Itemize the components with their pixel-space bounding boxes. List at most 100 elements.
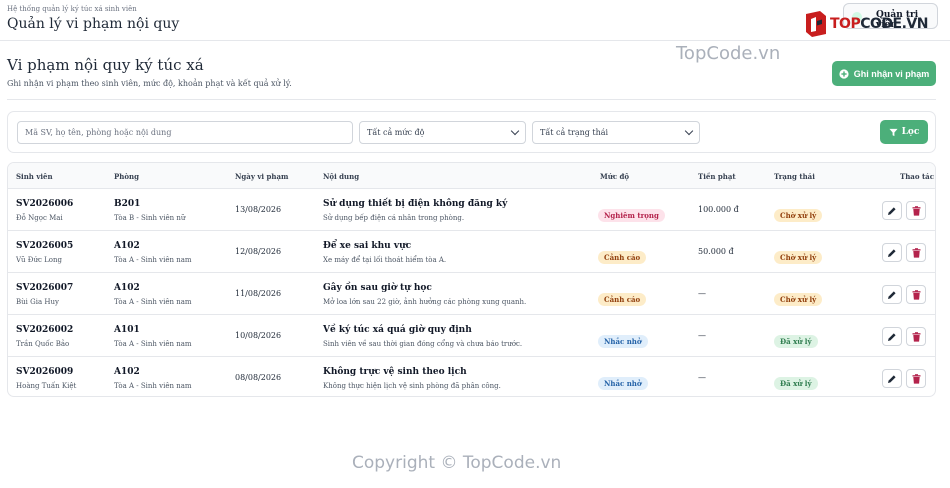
col-content: Nội dung — [323, 172, 360, 181]
fine-amount: — — [698, 289, 706, 298]
copyright-watermark: Copyright © TopCode.vn — [352, 453, 562, 473]
student-name: Hoàng Tuấn Kiệt — [16, 382, 77, 390]
level-badge: Cảnh cáo — [598, 251, 647, 264]
building-name: Tòa A - Sinh viên nam — [114, 340, 192, 348]
status-badge: Chờ xử lý — [774, 209, 823, 222]
building-name: Tòa B - Sinh viên nữ — [114, 214, 186, 222]
filter-button[interactable]: Lọc — [880, 120, 928, 144]
table-row: SV2026006 Đỗ Ngọc Mai B201 Tòa B - Sinh viê… — [8, 189, 935, 231]
student-code: SV2026006 — [16, 199, 74, 209]
delete-button[interactable] — [906, 369, 926, 388]
col-level: Mức độ — [600, 172, 630, 181]
table-header: Sinh viên Phòng Ngày vi phạm Nội dung Mứ… — [8, 163, 935, 189]
pencil-icon — [888, 290, 896, 299]
edit-button[interactable] — [882, 243, 902, 262]
table-row: SV2026007 Bùi Gia Huy A102 Tòa A - Sinh viê… — [8, 273, 935, 315]
violation-title: Sử dụng thiết bị điện không đăng ký — [323, 199, 508, 209]
filter-bar: Tất cả mức độ Tất cả trạng thái Lọc — [7, 111, 936, 153]
student-code: SV2026002 — [16, 325, 74, 335]
table-row: SV2026009 Hoàng Tuấn Kiệt A102 Tòa A - Sinh… — [8, 357, 935, 396]
violation-date: 08/08/2026 — [235, 373, 282, 382]
edit-button[interactable] — [882, 369, 902, 388]
violations-table: Sinh viên Phòng Ngày vi phạm Nội dung Mứ… — [7, 162, 936, 397]
edit-button[interactable] — [882, 327, 902, 346]
trash-icon — [912, 373, 920, 384]
violation-date: 10/08/2026 — [235, 331, 282, 340]
funnel-icon — [889, 128, 898, 136]
col-room: Phòng — [114, 172, 140, 181]
record-violation-label: Ghi nhận vi phạm — [853, 68, 930, 79]
app-title: Quản lý vi phạm nội quy — [7, 16, 180, 32]
level-badge: Nghiêm trọng — [598, 209, 665, 222]
student-code: SV2026005 — [16, 241, 74, 251]
violation-description: Sử dụng bếp điện cá nhân trong phòng. — [323, 214, 465, 222]
status-badge: Chờ xử lý — [774, 293, 823, 306]
violation-date: 12/08/2026 — [235, 247, 282, 256]
violation-date: 11/08/2026 — [235, 289, 282, 298]
pencil-icon — [888, 248, 896, 257]
search-input[interactable] — [17, 121, 353, 144]
student-name: Vũ Đức Long — [16, 256, 62, 264]
fine-amount: 100.000 đ — [698, 205, 739, 214]
status-select-value: Tất cả trạng thái — [540, 128, 609, 137]
pencil-icon — [888, 374, 896, 383]
student-name: Trần Quốc Bảo — [16, 340, 70, 348]
top-bar: Hệ thống quản lý ký túc xá sinh viên Quả… — [0, 0, 950, 41]
topcode-logo: TOPCODE.VN — [804, 10, 938, 38]
table-row: SV2026005 Vũ Đức Long A102 Tòa A - Sinh viê… — [8, 231, 935, 273]
divider — [7, 99, 936, 100]
delete-button[interactable] — [906, 327, 926, 346]
room-code: A101 — [114, 325, 140, 335]
edit-button[interactable] — [882, 201, 902, 220]
col-status: Trạng thái — [774, 172, 815, 181]
fine-amount: 50.000 đ — [698, 247, 734, 256]
filter-button-label: Lọc — [901, 127, 920, 137]
fine-amount: — — [698, 373, 706, 382]
col-actions: Thao tác — [900, 172, 934, 181]
student-code: SV2026009 — [16, 367, 74, 377]
watermark: TopCode.vn — [676, 43, 781, 64]
logo-text: TOPCODE.VN — [830, 16, 928, 32]
room-code: A102 — [114, 367, 140, 377]
level-badge: Nhắc nhở — [598, 335, 648, 348]
building-name: Tòa A - Sinh viên nam — [114, 298, 192, 306]
level-select-value: Tất cả mức độ — [367, 128, 425, 137]
pencil-icon — [888, 332, 896, 341]
delete-button[interactable] — [906, 243, 926, 262]
violation-title: Để xe sai khu vực — [323, 241, 412, 251]
status-badge: Đã xử lý — [774, 335, 818, 348]
room-code: A102 — [114, 241, 140, 251]
room-code: B201 — [114, 199, 141, 209]
page-subtitle: Ghi nhận vi phạm theo sinh viên, mức độ,… — [7, 79, 292, 88]
trash-icon — [912, 331, 920, 342]
plus-circle-icon — [839, 68, 849, 79]
level-badge: Cảnh cáo — [598, 293, 647, 306]
delete-button[interactable] — [906, 285, 926, 304]
trash-icon — [912, 205, 920, 216]
fine-amount: — — [698, 331, 706, 340]
violation-title: Về ký túc xá quá giờ quy định — [323, 325, 472, 335]
status-select[interactable]: Tất cả trạng thái — [532, 121, 700, 144]
status-badge: Đã xử lý — [774, 377, 818, 390]
violation-description: Không thực hiện lịch vệ sinh phòng đã ph… — [323, 382, 501, 390]
delete-button[interactable] — [906, 201, 926, 220]
room-code: A102 — [114, 283, 140, 293]
system-name: Hệ thống quản lý ký túc xá sinh viên — [7, 5, 137, 13]
col-fine: Tiền phạt — [698, 172, 736, 181]
chevron-down-icon — [510, 126, 520, 136]
violation-description: Mở loa lớn sau 22 giờ, ảnh hưởng các phò… — [323, 298, 527, 306]
building-name: Tòa A - Sinh viên nam — [114, 382, 192, 390]
violation-title: Gây ồn sau giờ tự học — [323, 283, 432, 293]
page-title: Vi phạm nội quy ký túc xá — [7, 56, 204, 74]
building-name: Tòa A - Sinh viên nam — [114, 256, 192, 264]
level-badge: Nhắc nhở — [598, 377, 648, 390]
trash-icon — [912, 289, 920, 300]
record-violation-button[interactable]: Ghi nhận vi phạm — [832, 61, 936, 86]
status-badge: Chờ xử lý — [774, 251, 823, 264]
col-date: Ngày vi phạm — [235, 172, 289, 181]
level-select[interactable]: Tất cả mức độ — [359, 121, 526, 144]
trash-icon — [912, 247, 920, 258]
table-row: SV2026002 Trần Quốc Bảo A101 Tòa A - Sinh v… — [8, 315, 935, 357]
student-code: SV2026007 — [16, 283, 74, 293]
edit-button[interactable] — [882, 285, 902, 304]
